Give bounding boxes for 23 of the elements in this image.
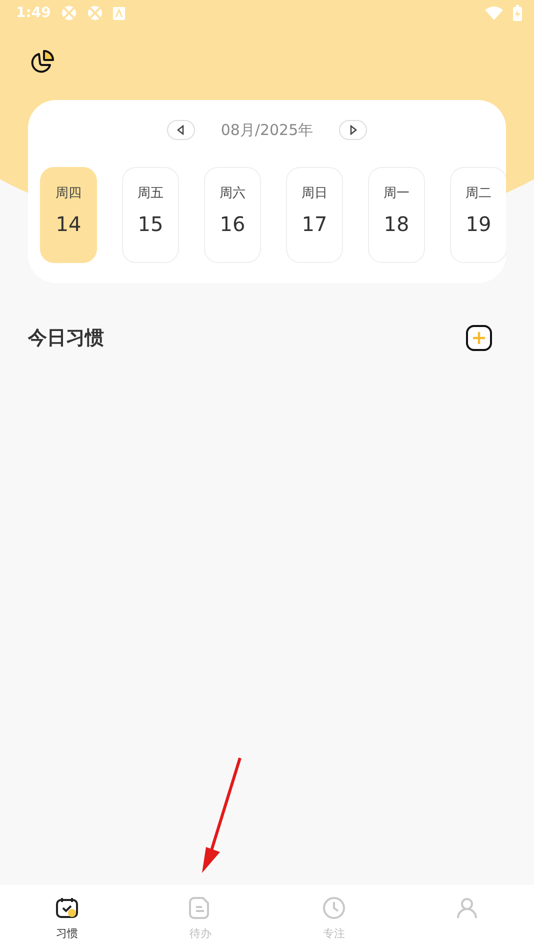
day-button[interactable]: 周日 17 <box>286 167 343 263</box>
wifi-icon <box>485 6 503 20</box>
add-habit-button[interactable] <box>466 325 492 351</box>
plus-icon <box>472 331 486 345</box>
month-label: 08月/2025年 <box>220 120 314 140</box>
previous-month-button[interactable] <box>166 120 195 140</box>
day-button[interactable]: 周一 18 <box>368 167 425 263</box>
battery-icon <box>513 5 522 21</box>
day-button[interactable]: 周四 14 <box>40 167 97 263</box>
left-triangle-icon <box>176 125 186 135</box>
day-button[interactable]: 周五 15 <box>122 167 179 263</box>
calendar-check-icon <box>54 896 79 920</box>
person-icon <box>455 896 480 920</box>
day-button[interactable]: 周六 16 <box>204 167 261 263</box>
status-time: 1:49 <box>16 5 51 21</box>
day-button[interactable]: 周二 19 <box>450 167 506 263</box>
section-title: 今日习惯 <box>28 326 104 351</box>
app-notification-icon <box>86 5 103 21</box>
next-month-button[interactable] <box>339 120 368 140</box>
nav-tab[interactable]: 习惯 <box>0 885 134 950</box>
right-triangle-icon <box>348 125 358 135</box>
app-notification-icon <box>60 5 77 21</box>
clock-icon <box>322 896 346 920</box>
